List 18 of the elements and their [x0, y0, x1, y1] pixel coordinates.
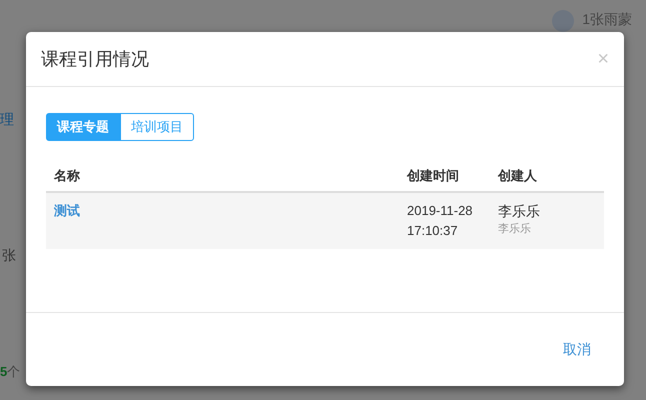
column-header: 名称	[52, 167, 81, 186]
table-cell-text: 李乐乐	[498, 222, 532, 237]
table-cell-text: 张	[1, 247, 16, 263]
dialog-title: 课程引用情况	[41, 48, 149, 70]
count-text: 5个	[0, 364, 20, 379]
tab[interactable]: 培训项目	[120, 113, 194, 141]
tab[interactable]: 课程专题	[46, 113, 120, 141]
table-cell-text: 2019-11-28	[407, 202, 474, 220]
nav-link[interactable]: 理	[0, 111, 14, 127]
table-cell-text: 17:10:37	[407, 222, 459, 240]
column-header: 创建时间	[406, 167, 460, 186]
cancel-button[interactable]: 取消	[563, 339, 591, 360]
column-header: 创建人	[496, 167, 537, 186]
table-cell-text: 李乐乐	[498, 202, 540, 221]
avatar	[552, 10, 574, 32]
user-name: 1张雨蒙	[582, 10, 632, 28]
close-button[interactable]: ×	[597, 49, 609, 69]
course-link[interactable]: 测试	[46, 201, 399, 249]
